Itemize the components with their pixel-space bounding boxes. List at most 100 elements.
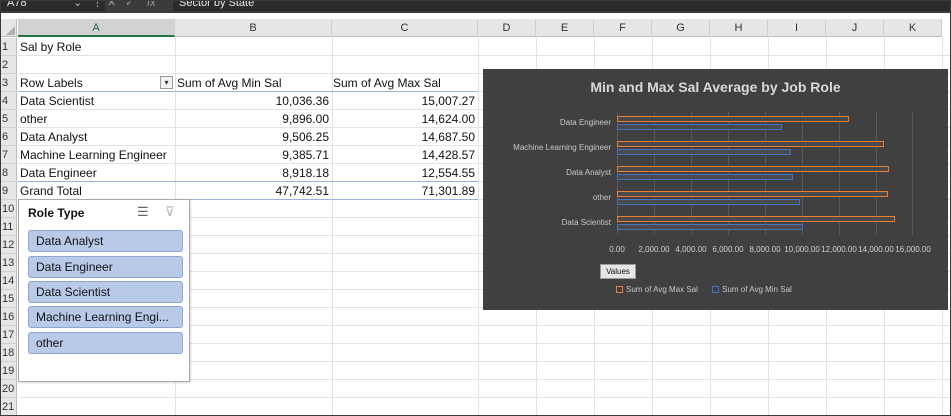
- name-box-dropdown-icon[interactable]: ⌄: [73, 1, 82, 11]
- column-header-e[interactable]: E: [536, 19, 594, 37]
- bar-min-sal[interactable]: [617, 198, 801, 205]
- y-category-label: Machine Learning Engineer: [513, 143, 611, 153]
- column-header-h[interactable]: H: [710, 19, 768, 37]
- pivot-header-max[interactable]: Sum of Avg Max Sal: [333, 74, 478, 92]
- grand-total-max[interactable]: 71,301.89: [332, 182, 478, 200]
- column-header-g[interactable]: G: [652, 19, 710, 37]
- role-type-slicer[interactable]: Role Type ☰ ⊽ Data Analyst Data Engineer…: [18, 199, 190, 382]
- row-header[interactable]: 6: [1, 128, 17, 146]
- formula-bar-more-icon[interactable]: ⋮: [92, 1, 103, 11]
- pivot-row-label[interactable]: other: [20, 110, 175, 128]
- row-header[interactable]: 5: [1, 110, 17, 128]
- clear-filter-icon[interactable]: ⊽: [165, 204, 175, 220]
- pivot-row-max[interactable]: 15,007.27: [332, 92, 478, 110]
- name-box[interactable]: A78: [1, 1, 105, 11]
- select-all-button[interactable]: [1, 19, 17, 37]
- values-field-button[interactable]: Values: [600, 264, 636, 279]
- grand-total-min[interactable]: 47,742.51: [175, 182, 332, 200]
- plot-area[interactable]: [617, 111, 913, 235]
- function-icon[interactable]: fx: [147, 1, 156, 11]
- bar-max-sal[interactable]: [617, 166, 889, 172]
- row-header[interactable]: 16: [1, 308, 17, 326]
- pivot-row-label[interactable]: Data Analyst: [20, 128, 175, 146]
- legend-swatch-max: [616, 286, 623, 294]
- slicer-item-ml-engineer[interactable]: Machine Learning Engi...: [28, 306, 183, 328]
- row-header[interactable]: 17: [1, 326, 17, 344]
- bar-min-sal[interactable]: [617, 124, 782, 131]
- row-header[interactable]: 8: [1, 164, 17, 182]
- row-labels-filter-button[interactable]: ▾: [160, 76, 173, 89]
- y-category-label: other: [592, 192, 611, 202]
- pivot-row-max[interactable]: 14,428.57: [332, 146, 478, 164]
- row-header[interactable]: 7: [1, 146, 17, 164]
- row-header[interactable]: 13: [1, 254, 17, 272]
- bar-max-sal[interactable]: [617, 190, 888, 197]
- legend-swatch-min: [712, 286, 720, 294]
- legend-item-max[interactable]: Sum of Avg Max Sal: [616, 285, 698, 294]
- pivot-row-label[interactable]: Data Engineer: [20, 164, 175, 182]
- pivot-row-label[interactable]: Data Scientist: [20, 92, 175, 110]
- row-header[interactable]: 15: [1, 290, 17, 308]
- row-header[interactable]: 14: [1, 272, 17, 290]
- slicer-title: Role Type: [28, 206, 85, 220]
- bar-max-sal[interactable]: [617, 116, 850, 123]
- bar-max-sal[interactable]: [617, 215, 895, 222]
- slicer-item-data-scientist[interactable]: Data Scientist: [28, 281, 183, 303]
- row-header[interactable]: 3: [1, 74, 17, 92]
- bar-min-sal[interactable]: [617, 223, 803, 230]
- row-header[interactable]: 10: [1, 200, 17, 218]
- y-category-label: Data Engineer: [559, 118, 611, 128]
- pivot-row-max[interactable]: 14,624.00: [332, 110, 478, 128]
- pivot-header-min[interactable]: Sum of Avg Min Sal: [177, 74, 332, 92]
- excel-window: A78 ⌄ ⋮ ✕ ✓ fx Sector by State A B C D E…: [0, 0, 951, 416]
- row-header[interactable]: 2: [1, 56, 17, 74]
- chart-gridline: [912, 111, 913, 235]
- column-header-f[interactable]: F: [594, 19, 652, 37]
- filter-dropdown-icon: ▾: [164, 78, 169, 87]
- row-header[interactable]: 21: [1, 398, 17, 415]
- pivot-row-min[interactable]: 10,036.36: [175, 92, 332, 110]
- row-header[interactable]: 19: [1, 362, 17, 380]
- cancel-icon[interactable]: ✕: [107, 1, 116, 11]
- y-category-label: Data Scientist: [561, 217, 611, 227]
- row-header[interactable]: 12: [1, 236, 17, 254]
- pivot-row-max[interactable]: 12,554.55: [332, 164, 478, 182]
- slicer-item-data-analyst[interactable]: Data Analyst: [28, 230, 183, 252]
- pivot-header-row-labels[interactable]: Row Labels: [20, 74, 158, 92]
- row-header[interactable]: 4: [1, 92, 17, 110]
- column-header-j[interactable]: J: [826, 19, 884, 37]
- pivot-row-min[interactable]: 8,918.18: [175, 164, 332, 182]
- grand-total-label[interactable]: Grand Total: [20, 182, 175, 200]
- column-header-b[interactable]: B: [175, 19, 332, 37]
- x-tick-label: 8,000.00: [749, 245, 781, 254]
- pivot-row-max[interactable]: 14,687.50: [332, 128, 478, 146]
- column-header-i[interactable]: I: [768, 19, 826, 37]
- pivot-row-min[interactable]: 9,385.71: [175, 146, 332, 164]
- bar-min-sal[interactable]: [617, 149, 791, 156]
- formula-input[interactable]: Sector by State: [173, 1, 950, 11]
- bar-max-sal[interactable]: [617, 141, 884, 148]
- x-tick-label: 10,000.00: [784, 245, 820, 254]
- column-header-c[interactable]: C: [332, 19, 478, 37]
- chart-legend[interactable]: Sum of Avg Max Sal Sum of Avg Min Sal: [616, 285, 804, 294]
- pivot-row-min[interactable]: 9,896.00: [175, 110, 332, 128]
- multi-select-icon[interactable]: ☰: [137, 204, 149, 220]
- row-header[interactable]: 18: [1, 344, 17, 362]
- column-header-k[interactable]: K: [884, 19, 942, 37]
- row-header[interactable]: 11: [1, 218, 17, 236]
- pivot-row-min[interactable]: 9,506.25: [175, 128, 332, 146]
- row-header[interactable]: 9: [1, 182, 17, 200]
- row-header[interactable]: 20: [1, 380, 17, 398]
- enter-icon[interactable]: ✓: [125, 1, 134, 11]
- chart-title[interactable]: Min and Max Sal Average by Job Role: [483, 79, 948, 95]
- row-header[interactable]: 1: [1, 38, 17, 56]
- pivot-row-label[interactable]: Machine Learning Engineer: [20, 146, 175, 164]
- bar-min-sal[interactable]: [617, 174, 793, 180]
- slicer-item-data-engineer[interactable]: Data Engineer: [28, 256, 183, 278]
- column-header-a[interactable]: A: [18, 19, 175, 37]
- sheet-title[interactable]: Sal by Role: [20, 38, 170, 56]
- slicer-item-other[interactable]: other: [28, 332, 183, 354]
- bar-chart[interactable]: Min and Max Sal Average by Job Role Valu…: [483, 69, 948, 310]
- column-header-d[interactable]: D: [478, 19, 536, 37]
- legend-item-min[interactable]: Sum of Avg Min Sal: [712, 285, 792, 294]
